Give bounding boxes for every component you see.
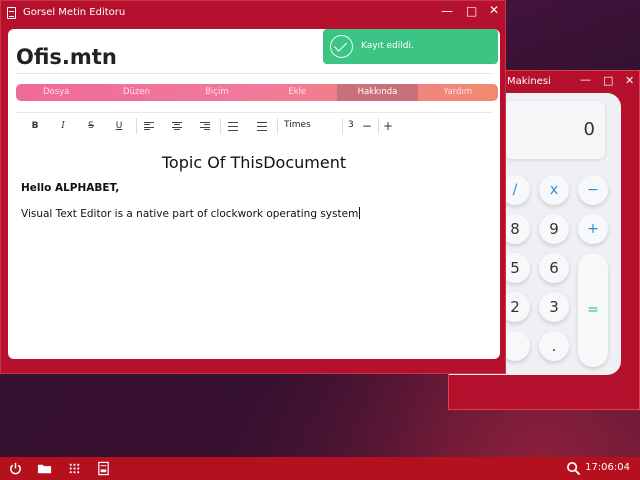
bullet-list-icon[interactable] [255, 119, 269, 133]
close-icon[interactable]: ✕ [625, 74, 634, 87]
maximize-icon[interactable]: □ [603, 74, 613, 87]
decrease-font-button[interactable]: − [360, 119, 374, 133]
maximize-icon[interactable]: □ [466, 4, 477, 18]
menu-item-dosya[interactable]: Dosya [16, 84, 96, 101]
menu-bar: Dosya Düzen Biçim Ekle Hakkında Yardım [16, 84, 498, 101]
divider [378, 118, 379, 134]
minimize-icon[interactable]: — [441, 4, 453, 18]
editor-window-title: Gorsel Metin Editoru [23, 7, 126, 18]
align-left-icon[interactable] [142, 119, 156, 133]
strikethrough-button[interactable]: S [84, 119, 98, 133]
app-name: Ofis.mtn [16, 45, 117, 69]
multiply-button[interactable]: x [539, 175, 569, 205]
equals-button[interactable]: = [578, 253, 608, 367]
apps-grid-icon[interactable] [67, 461, 82, 476]
power-icon[interactable] [8, 461, 23, 476]
calculator-display-value: 0 [583, 119, 595, 140]
minus-button[interactable]: − [578, 175, 608, 205]
align-right-icon[interactable] [198, 119, 212, 133]
decimal-button[interactable]: . [539, 331, 569, 361]
taskbar-clock: 17:06:04 [585, 462, 630, 473]
editor-panel: Ofis.mtn Dosya Düzen Biçim Ekle Hakkında… [8, 29, 500, 359]
align-center-icon[interactable] [170, 119, 184, 133]
check-icon [330, 35, 353, 58]
minimize-icon[interactable]: — [580, 73, 591, 86]
key-6-button[interactable]: 6 [539, 253, 569, 283]
document-body-text: Visual Text Editor is a native part of c… [21, 208, 359, 220]
key-3-button[interactable]: 3 [539, 292, 569, 322]
divider [136, 118, 137, 134]
bold-button[interactable]: B [28, 119, 42, 133]
search-icon[interactable] [566, 461, 581, 476]
format-toolbar: B I S U Times 3 − + [16, 116, 498, 136]
folder-icon[interactable] [37, 461, 52, 476]
text-caret [359, 207, 361, 219]
document-body[interactable]: Visual Text Editor is a native part of c… [21, 207, 361, 220]
editor-titlebar[interactable]: Gorsel Metin Editoru — □ ✕ [1, 1, 505, 25]
font-size-value[interactable]: 3 [348, 120, 354, 130]
divider [16, 73, 492, 74]
menu-item-hakkinda[interactable]: Hakkında [337, 84, 418, 101]
menu-item-duzen[interactable]: Düzen [96, 84, 176, 101]
divider [342, 118, 343, 134]
underline-button[interactable]: U [112, 119, 126, 133]
divider [16, 112, 492, 113]
divider [220, 118, 221, 134]
taskbar: 17:06:04 [0, 457, 640, 480]
menu-item-yardim[interactable]: Yardım [418, 84, 498, 101]
divider [277, 118, 278, 134]
increase-font-button[interactable]: + [381, 119, 395, 133]
document-icon [7, 7, 16, 19]
plus-button[interactable]: + [578, 214, 608, 244]
document-title[interactable]: Topic Of ThisDocument [8, 153, 500, 172]
menu-item-ekle[interactable]: Ekle [257, 84, 337, 101]
font-family-select[interactable]: Times [284, 120, 311, 130]
text-editor-task-icon[interactable] [96, 461, 111, 476]
ordered-list-icon[interactable] [226, 119, 240, 133]
calculator-display: 0 [505, 101, 605, 159]
calculator-title: Makinesi [507, 76, 551, 87]
document-greeting[interactable]: Hello ALPHABET, [21, 182, 119, 194]
menu-item-bicim[interactable]: Biçim [177, 84, 257, 101]
close-icon[interactable]: ✕ [489, 3, 499, 17]
save-toast: Kayıt edildi. [323, 29, 498, 64]
toast-message: Kayıt edildi. [361, 41, 414, 51]
italic-button[interactable]: I [56, 119, 70, 133]
key-9-button[interactable]: 9 [539, 214, 569, 244]
